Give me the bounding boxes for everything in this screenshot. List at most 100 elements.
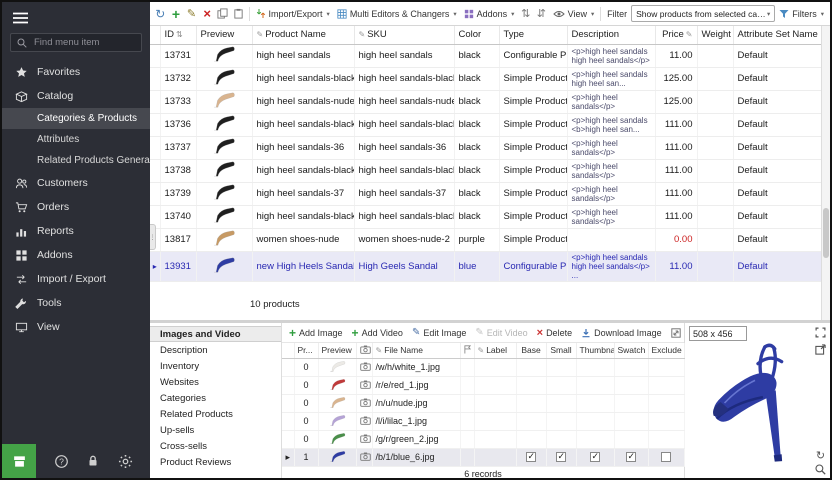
cell-swatch[interactable] <box>614 412 648 430</box>
sort-descending-button[interactable]: ⇵ <box>534 5 549 23</box>
column-header-flag[interactable] <box>460 343 474 358</box>
product-row-13738[interactable]: 13738high heel sandals-black-37high heel… <box>150 159 828 182</box>
row-expander[interactable] <box>282 376 294 394</box>
cell-base[interactable] <box>516 448 546 466</box>
cell-exclude[interactable] <box>648 412 684 430</box>
cell-file-name[interactable]: /l/i/lilac_1.jpg <box>372 412 460 430</box>
cell-sku[interactable]: high heel sandals-black-38 <box>354 205 454 228</box>
delete-image-button[interactable]: ×Delete <box>537 327 572 339</box>
cell-product-name[interactable]: high heel sandals-36 <box>252 136 354 159</box>
column-header-exclude[interactable]: Exclude <box>648 343 684 358</box>
tab-inventory[interactable]: Inventory <box>150 358 281 374</box>
column-header-label[interactable]: ✎Label <box>474 343 516 358</box>
sidebar-item-customers[interactable]: Customers <box>2 171 150 195</box>
gear-icon[interactable] <box>118 454 133 469</box>
cell-product-name[interactable]: high heel sandals-black <box>252 67 354 90</box>
image-row[interactable]: 0/l/i/lilac_1.jpg <box>282 412 684 430</box>
product-row-13733[interactable]: 13733high heel sandals-nudehigh heel san… <box>150 90 828 113</box>
cell-product-name[interactable]: high heel sandals-37 <box>252 182 354 205</box>
scrollbar-thumb[interactable] <box>823 208 829 258</box>
image-row[interactable]: 0/n/u/nude.jpg <box>282 394 684 412</box>
rotate-icon[interactable]: ↻ <box>814 449 827 462</box>
cell-label[interactable] <box>474 412 516 430</box>
cell-exclude[interactable] <box>648 448 684 466</box>
menu-search[interactable] <box>10 33 142 52</box>
cell-price[interactable]: 125.00 <box>655 90 697 113</box>
product-row-13739[interactable]: 13739high heel sandals-37high heel sanda… <box>150 182 828 205</box>
tab-websites[interactable]: Websites <box>150 374 281 390</box>
tab-related-products[interactable]: Related Products <box>150 406 281 422</box>
lock-icon[interactable] <box>86 454 100 468</box>
image-row[interactable]: 0/r/e/red_1.jpg <box>282 376 684 394</box>
sort-ascending-button[interactable]: ⇅ <box>518 5 533 23</box>
copy-button[interactable] <box>215 5 230 23</box>
cell-label[interactable] <box>474 358 516 376</box>
column-header-preview[interactable]: Preview <box>196 26 252 44</box>
column-header-id[interactable]: ID⇅ <box>160 26 196 44</box>
cell-thumbnail[interactable] <box>576 358 614 376</box>
multi-editors-menu[interactable]: Multi Editors & Changers▾ <box>334 7 460 21</box>
cell-product-name[interactable]: high heel sandals-black-37 <box>252 159 354 182</box>
cell-small[interactable] <box>546 412 576 430</box>
cell-preview[interactable] <box>196 228 252 251</box>
cell-product-name[interactable]: high heel sandals-black-38 <box>252 205 354 228</box>
cell-thumbnail[interactable] <box>576 412 614 430</box>
column-header-thumbnail[interactable]: Thumbna <box>576 343 614 358</box>
cell-exclude[interactable] <box>648 376 684 394</box>
open-external-icon[interactable] <box>814 343 827 356</box>
column-header-attribute-set[interactable]: Attribute Set Name <box>733 26 828 44</box>
category-filter-select[interactable]: Show products from selected categories ▾ <box>631 5 775 22</box>
cell-image-preview[interactable] <box>318 394 356 412</box>
cell-swatch[interactable] <box>614 394 648 412</box>
cell-small[interactable] <box>546 394 576 412</box>
cell-price[interactable]: 111.00 <box>655 136 697 159</box>
sidebar-item-import-export[interactable]: Import / Export <box>2 267 150 291</box>
cell-product-name[interactable]: high heel sandals-black-36 <box>252 113 354 136</box>
cell-base[interactable] <box>516 376 546 394</box>
column-header-image-preview[interactable]: Preview <box>318 343 356 358</box>
cell-thumbnail[interactable] <box>576 376 614 394</box>
cell-price[interactable]: 111.00 <box>655 113 697 136</box>
help-icon[interactable]: ? <box>54 454 69 469</box>
refresh-button[interactable]: ↻ <box>153 5 168 23</box>
download-image-button[interactable]: Download Image <box>581 328 662 338</box>
cell-label[interactable] <box>474 448 516 466</box>
cell-preview[interactable] <box>196 113 252 136</box>
sidebar-item-addons[interactable]: Addons <box>2 243 150 267</box>
column-header-product-name[interactable]: ✎Product Name <box>252 26 354 44</box>
cell-thumbnail[interactable] <box>576 394 614 412</box>
row-expander[interactable] <box>282 394 294 412</box>
cell-preview[interactable] <box>196 136 252 159</box>
checkbox[interactable] <box>626 452 636 462</box>
cell-label[interactable] <box>474 430 516 448</box>
row-expander[interactable] <box>282 412 294 430</box>
cell-sku[interactable]: high heel sandals <box>354 44 454 67</box>
vertical-scrollbar[interactable] <box>821 26 830 320</box>
cell-price[interactable]: 11.00 <box>655 251 697 281</box>
set-resize-rule-button[interactable]: Set Resize Rule▾ <box>671 328 684 338</box>
cell-file-name[interactable]: /n/u/nude.jpg <box>372 394 460 412</box>
column-header-weight[interactable]: Weight <box>697 26 733 44</box>
cell-sku[interactable]: High Geels Sandal <box>354 251 454 281</box>
sidebar-item-reports[interactable]: Reports <box>2 219 150 243</box>
edit-image-button[interactable]: ✎Edit Image <box>412 327 466 338</box>
column-header-base[interactable]: Base <box>516 343 546 358</box>
cell-small[interactable] <box>546 358 576 376</box>
cell-image-preview[interactable] <box>318 358 356 376</box>
cell-image-preview[interactable] <box>318 430 356 448</box>
cell-image-preview[interactable] <box>318 376 356 394</box>
column-header-small[interactable]: Small <box>546 343 576 358</box>
sidebar-item-tools[interactable]: Tools <box>2 291 150 315</box>
cell-file-name[interactable]: /b/1/blue_6.jpg <box>372 448 460 466</box>
cell-price[interactable]: 0.00 <box>655 228 697 251</box>
addons-menu[interactable]: Addons▾ <box>461 7 518 21</box>
image-row[interactable]: 0/w/h/white_1.jpg <box>282 358 684 376</box>
sidebar-item-related-products-generator[interactable]: Related Products Generator <box>2 150 150 171</box>
cell-sku[interactable]: high heel sandals-black-37 <box>354 159 454 182</box>
column-header-price[interactable]: Price✎ <box>655 26 697 44</box>
cell-swatch[interactable] <box>614 376 648 394</box>
cell-sku[interactable]: high heel sandals-nude <box>354 90 454 113</box>
cell-label[interactable] <box>474 394 516 412</box>
cell-sku[interactable]: women shoes-nude-2 <box>354 228 454 251</box>
sidebar-item-categories-products[interactable]: Categories & Products <box>2 108 150 129</box>
